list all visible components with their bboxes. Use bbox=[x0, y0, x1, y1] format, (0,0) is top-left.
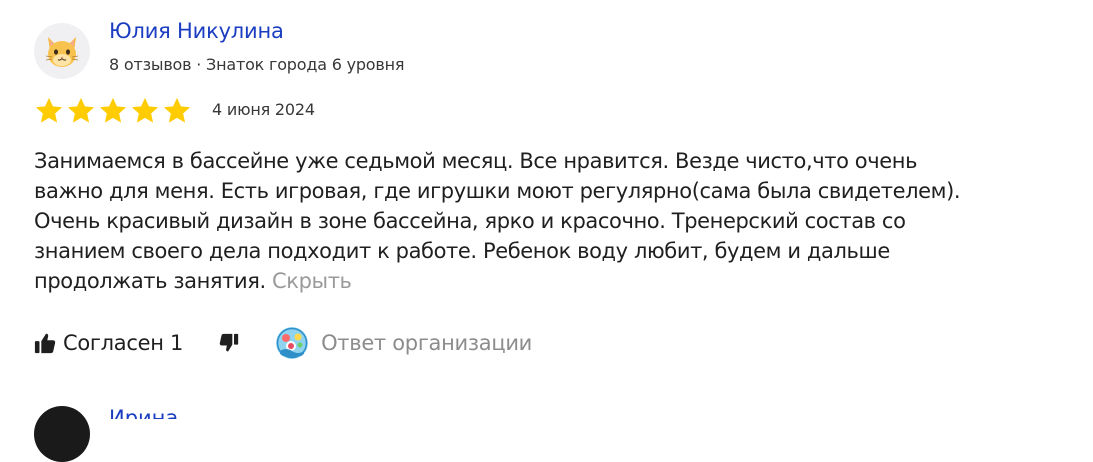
dislike-button[interactable] bbox=[219, 333, 239, 353]
author-meta: 8 отзывов · Знаток города 6 уровня bbox=[109, 55, 405, 74]
org-reply-button[interactable]: Ответ организации bbox=[276, 327, 532, 359]
review-card: Юлия Никулина 8 отзывов · Знаток города … bbox=[0, 0, 1093, 462]
next-review-author[interactable]: Ирина Бол bbox=[109, 403, 199, 419]
review-text-line: важно для меня. Есть игровая, где игрушк… bbox=[34, 179, 961, 203]
review-actions: Согласен 1 Ответ организации bbox=[34, 327, 532, 359]
next-review-author-name: Ирина Бол bbox=[109, 406, 179, 419]
star-icon bbox=[67, 97, 95, 123]
thumbs-up-icon bbox=[34, 333, 56, 354]
collapse-text-link[interactable]: Скрыть bbox=[272, 269, 352, 293]
author-avatar[interactable] bbox=[34, 23, 90, 79]
like-button[interactable]: Согласен 1 bbox=[34, 328, 183, 358]
star-icon bbox=[163, 97, 191, 123]
rating-stars bbox=[34, 96, 192, 126]
review-text-line: Занимаемся в бассейне уже седьмой месяц.… bbox=[34, 149, 918, 173]
star-icon bbox=[99, 97, 127, 123]
organization-logo-icon bbox=[276, 327, 309, 359]
review-text-line: Очень красивый дизайн в зоне бассейна, я… bbox=[34, 209, 906, 233]
review-text-line-last: продолжать занятия. Скрыть bbox=[34, 266, 1084, 296]
review-text: Занимаемся в бассейне уже седьмой месяц.… bbox=[34, 146, 1084, 296]
review-text-tail: продолжать занятия. bbox=[34, 269, 266, 293]
next-review-avatar[interactable] bbox=[34, 406, 90, 462]
review-date: 4 июня 2024 bbox=[212, 100, 315, 119]
thumbs-down-icon bbox=[219, 333, 239, 352]
org-reply-label: Ответ организации bbox=[321, 331, 533, 355]
star-icon bbox=[131, 97, 159, 123]
like-label: Согласен 1 bbox=[63, 331, 184, 355]
star-icon bbox=[35, 97, 63, 123]
review-text-line: знанием своего дела подходит к работе. Р… bbox=[34, 239, 890, 263]
author-name-link[interactable]: Юлия Никулина bbox=[109, 16, 284, 46]
cat-face-emoji-icon bbox=[45, 37, 79, 67]
